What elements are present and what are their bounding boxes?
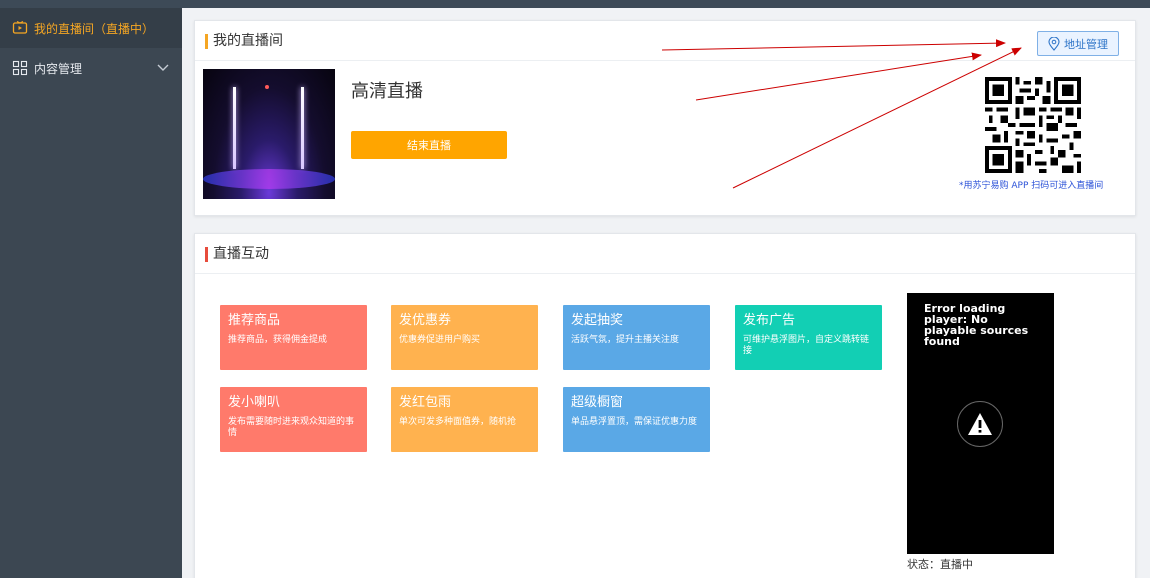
end-live-button[interactable]: 结束直播 (351, 131, 507, 159)
tile-title: 发布广告 (743, 313, 796, 328)
chevron-down-icon[interactable] (156, 60, 170, 74)
video-player[interactable]: Error loading player: No playable source… (907, 293, 1054, 554)
tile-desc: 单品悬浮置顶，需保证优惠力度 (571, 417, 698, 427)
tile-title: 超级橱窗 (571, 395, 624, 410)
grid-icon (12, 60, 28, 76)
top-bar (0, 0, 1150, 8)
card-header: 直播互动 (195, 234, 1135, 274)
live-interaction-card: 直播互动 推荐商品 推荐商品，获得佣金提成 发优惠券 优惠券促进用户购买 发起抽… (194, 233, 1136, 578)
send-announcement-tile[interactable]: 发小喇叭 发布需要随时进来观众知道的事情 (220, 387, 367, 452)
cover-stage-glow (203, 169, 335, 189)
red-packet-rain-tile[interactable]: 发红包雨 单次可发多种面值券，随机抢 (391, 387, 538, 452)
live-status: 状态：直播中 (907, 558, 973, 571)
cover-light-pole (301, 87, 304, 169)
tile-desc: 优惠券促进用户购买 (399, 335, 481, 345)
tile-desc: 单次可发多种面值券，随机抢 (399, 417, 517, 427)
tile-title: 发小喇叭 (228, 395, 281, 410)
recommend-product-tile[interactable]: 推荐商品 推荐商品，获得佣金提成 (220, 305, 367, 370)
sidebar-item-label: 内容管理 (34, 61, 83, 76)
tile-desc: 可维护悬浮图片，自定义跳转链接 (743, 335, 870, 356)
tile-title: 推荐商品 (228, 313, 281, 328)
card-title: 直播互动 (205, 245, 269, 263)
qr-code (985, 77, 1081, 173)
location-pin-icon (1048, 36, 1060, 51)
send-coupon-tile[interactable]: 发优惠券 优惠券促进用户购买 (391, 305, 538, 370)
tile-title: 发起抽奖 (571, 313, 624, 328)
tv-icon (12, 20, 28, 36)
tile-title: 发红包雨 (399, 395, 452, 410)
player-error-message: Error loading player: No playable source… (924, 302, 1029, 348)
cover-light-pole (233, 87, 236, 169)
cover-light (265, 85, 269, 89)
tile-title: 发优惠券 (399, 313, 452, 328)
super-showcase-tile[interactable]: 超级橱窗 单品悬浮置顶，需保证优惠力度 (563, 387, 710, 452)
tile-desc: 推荐商品，获得佣金提成 (228, 335, 328, 345)
publish-ad-tile[interactable]: 发布广告 可维护悬浮图片，自定义跳转链接 (735, 305, 882, 370)
address-management-button[interactable]: 地址管理 (1037, 31, 1119, 56)
sidebar-item-label: 我的直播间（直播中） (34, 21, 155, 36)
sidebar-item-content-management[interactable]: 内容管理 (0, 48, 182, 88)
sidebar: 我的直播间（直播中） 内容管理 (0, 8, 182, 578)
sidebar-item-my-live-room[interactable]: 我的直播间（直播中） (0, 8, 182, 48)
address-button-label: 地址管理 (1064, 37, 1108, 51)
card-title: 我的直播间 (205, 32, 283, 50)
qr-scan-hint: *用苏宁易购 APP 扫码可进入直播间 (959, 181, 1104, 191)
live-cover-image[interactable] (203, 69, 335, 199)
warning-icon (957, 401, 1003, 447)
my-live-room-card: 我的直播间 地址管理 高清直播 结束直播 *用苏宁易购 APP 扫码可进入直播间 (194, 20, 1136, 216)
tile-desc: 发布需要随时进来观众知道的事情 (228, 417, 355, 438)
start-lottery-tile[interactable]: 发起抽奖 活跃气氛，提升主播关注度 (563, 305, 710, 370)
live-title: 高清直播 (351, 81, 423, 102)
tile-desc: 活跃气氛，提升主播关注度 (571, 335, 680, 345)
card-header: 我的直播间 地址管理 (195, 21, 1135, 61)
